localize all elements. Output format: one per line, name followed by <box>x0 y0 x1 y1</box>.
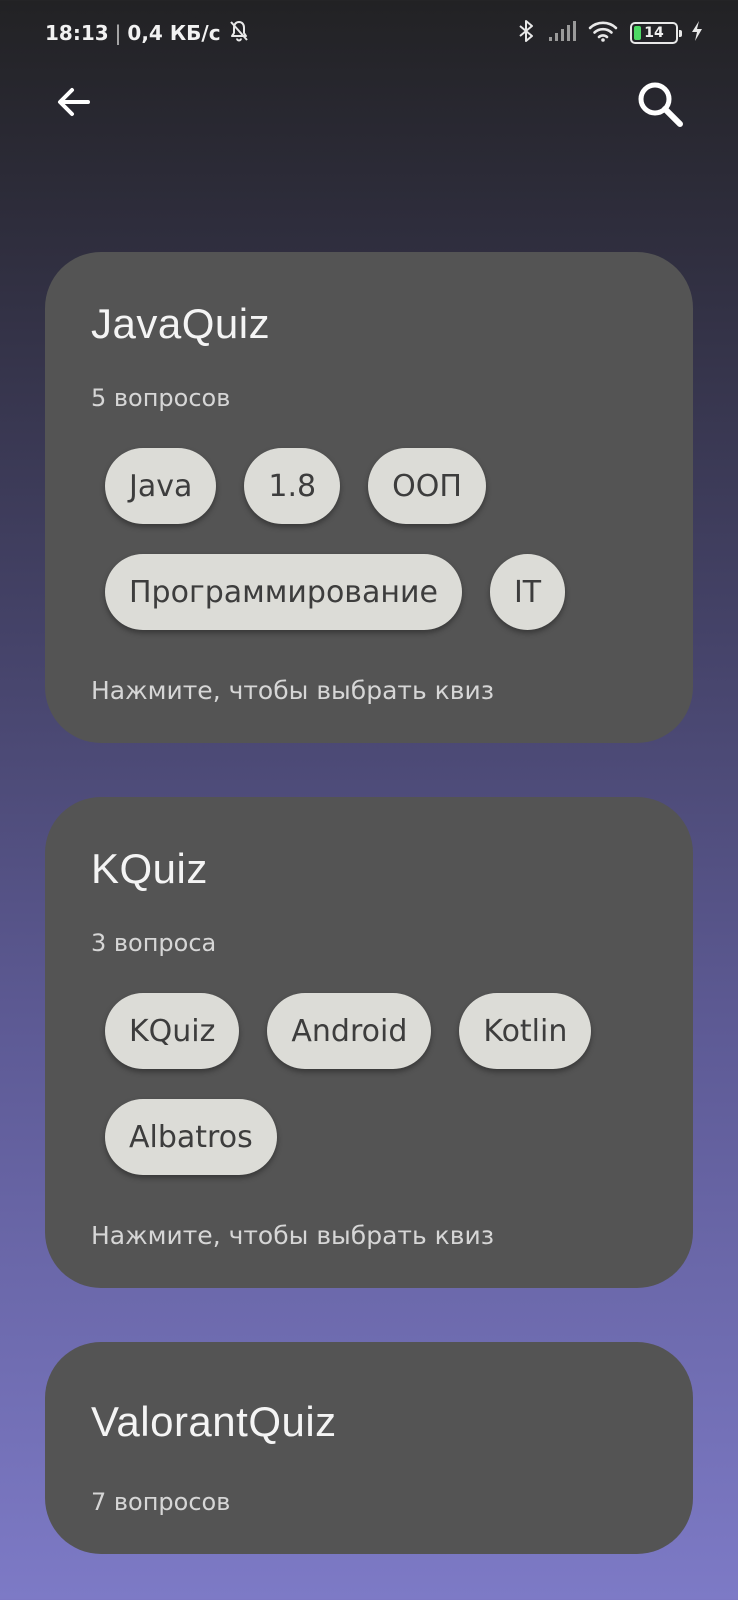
search-button[interactable] <box>634 78 686 130</box>
network-speed: 0,4 КБ/с <box>127 21 221 45</box>
tag-chip: IT <box>489 554 566 630</box>
battery-icon: 14 <box>630 22 682 44</box>
tag-chip: Kotlin <box>459 993 592 1069</box>
back-button[interactable] <box>52 80 96 124</box>
bluetooth-icon <box>516 19 536 47</box>
status-separator: | <box>114 21 122 45</box>
tag-chip: Android <box>267 993 432 1069</box>
status-right: 14 <box>516 19 704 47</box>
quiz-select-hint: Нажмите, чтобы выбрать квиз <box>91 676 495 705</box>
tag-chip: KQuiz <box>105 993 240 1069</box>
mute-bell-icon <box>227 19 251 48</box>
top-app-bar <box>0 66 738 136</box>
quiz-question-count: 7 вопросов <box>91 1488 231 1516</box>
quiz-title: JavaQuiz <box>91 300 271 347</box>
quiz-title: ValorantQuiz <box>91 1398 337 1445</box>
quiz-card[interactable]: ValorantQuiz 7 вопросов <box>45 1342 693 1554</box>
quiz-title: KQuiz <box>91 845 208 892</box>
wifi-icon <box>588 20 618 46</box>
charging-icon <box>690 20 704 46</box>
quiz-card[interactable]: KQuiz 3 вопроса KQuiz Android Kotlin Alb… <box>45 797 693 1288</box>
quiz-list: JavaQuiz 5 вопросов Java 1.8 ООП Програм… <box>45 252 693 1600</box>
tag-chip: 1.8 <box>244 448 341 524</box>
status-left: 18:13 | 0,4 КБ/с <box>45 19 251 48</box>
status-bar: 18:13 | 0,4 КБ/с 14 <box>0 0 738 66</box>
tag-chip: ООП <box>368 448 486 524</box>
tag-list: KQuiz Android Kotlin Albatros <box>91 993 647 1175</box>
search-icon <box>638 82 683 127</box>
quiz-card[interactable]: JavaQuiz 5 вопросов Java 1.8 ООП Програм… <box>45 252 693 743</box>
tag-chip: Java <box>105 448 217 524</box>
quiz-question-count: 5 вопросов <box>91 384 231 412</box>
arrow-left-icon <box>58 88 90 116</box>
tag-chip: Albatros <box>105 1099 277 1175</box>
signal-icon <box>548 20 576 46</box>
status-time: 18:13 <box>45 21 109 45</box>
quiz-question-count: 3 вопроса <box>91 929 217 957</box>
battery-level: 14 <box>644 25 664 41</box>
tag-chip: Программирование <box>105 554 462 630</box>
tag-list: Java 1.8 ООП Программирование IT <box>91 448 647 630</box>
quiz-select-hint: Нажмите, чтобы выбрать квиз <box>91 1221 495 1250</box>
